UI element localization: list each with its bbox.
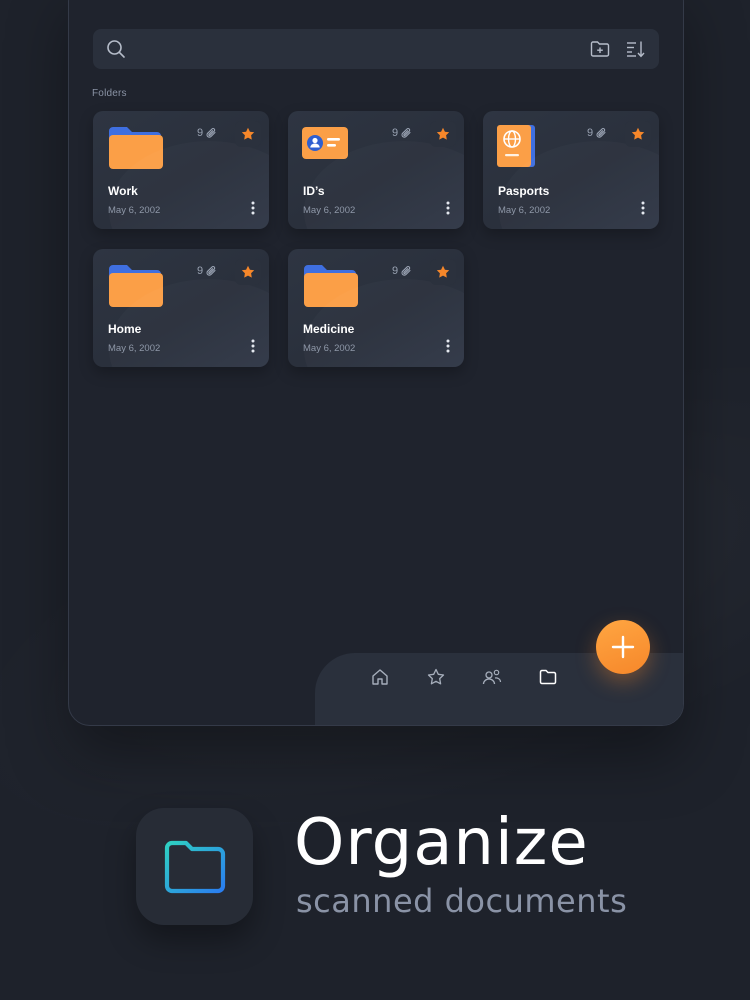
favorite-star-button[interactable] (235, 121, 261, 147)
folder-name: ID’s (303, 184, 325, 198)
folder-name: Home (108, 322, 142, 336)
folder-date: May 6, 2002 (303, 205, 356, 216)
more-options-icon[interactable] (442, 199, 454, 217)
more-options-icon[interactable] (442, 337, 454, 355)
star-icon (631, 127, 645, 140)
folder-date: May 6, 2002 (303, 343, 356, 354)
attachment-count: 9 (197, 127, 217, 139)
paperclip-icon (401, 128, 411, 138)
promo-subtitle: scanned documents (296, 882, 628, 920)
favorite-star-button[interactable] (235, 259, 261, 285)
search-bar[interactable] (93, 29, 659, 69)
folders-section-label: Folders (92, 88, 127, 99)
folder-icon (109, 265, 163, 307)
promo-title: Organize (294, 806, 589, 880)
app-folder-icon (136, 808, 253, 925)
nav-folder-icon[interactable] (534, 663, 562, 691)
folder-date: May 6, 2002 (498, 205, 551, 216)
phone-screen: Folders 9 Work May 6, 2002 9 ID’s May 6,… (68, 0, 684, 726)
new-folder-icon[interactable] (587, 29, 613, 69)
folder-name: Pasports (498, 184, 550, 198)
more-options-icon[interactable] (247, 199, 259, 217)
paperclip-icon (206, 266, 216, 276)
star-icon (436, 127, 450, 140)
folder-name: Medicine (303, 322, 355, 336)
plus-icon (611, 635, 635, 659)
more-options-icon[interactable] (637, 199, 649, 217)
folder-date: May 6, 2002 (108, 205, 161, 216)
attachment-count: 9 (392, 127, 412, 139)
add-button[interactable] (596, 620, 650, 674)
favorite-star-button[interactable] (430, 121, 456, 147)
paperclip-icon (401, 266, 411, 276)
folder-name: Work (108, 184, 138, 198)
nav-home-icon[interactable] (366, 663, 394, 691)
favorite-star-button[interactable] (625, 121, 651, 147)
favorite-star-button[interactable] (430, 259, 456, 285)
folder-card-pasports[interactable]: 9 Pasports May 6, 2002 (483, 111, 659, 229)
attachment-count: 9 (392, 265, 412, 277)
folder-icon (109, 127, 163, 169)
passport-icon (497, 125, 535, 167)
star-icon (436, 265, 450, 278)
paperclip-icon (596, 128, 606, 138)
folder-card-medicine[interactable]: 9 Medicine May 6, 2002 (288, 249, 464, 367)
folder-date: May 6, 2002 (108, 343, 161, 354)
star-icon (241, 127, 255, 140)
attachment-count: 9 (197, 265, 217, 277)
folder-card-work[interactable]: 9 Work May 6, 2002 (93, 111, 269, 229)
sort-icon[interactable] (623, 29, 649, 69)
folder-card-ids[interactable]: 9 ID’s May 6, 2002 (288, 111, 464, 229)
star-icon (241, 265, 255, 278)
nav-people-icon[interactable] (478, 663, 506, 691)
more-options-icon[interactable] (247, 337, 259, 355)
attachment-count: 9 (587, 127, 607, 139)
paperclip-icon (206, 128, 216, 138)
id-card-icon (302, 127, 348, 159)
folder-icon (304, 265, 358, 307)
nav-star-icon[interactable] (422, 663, 450, 691)
folder-card-home[interactable]: 9 Home May 6, 2002 (93, 249, 269, 367)
search-icon[interactable] (103, 29, 129, 69)
